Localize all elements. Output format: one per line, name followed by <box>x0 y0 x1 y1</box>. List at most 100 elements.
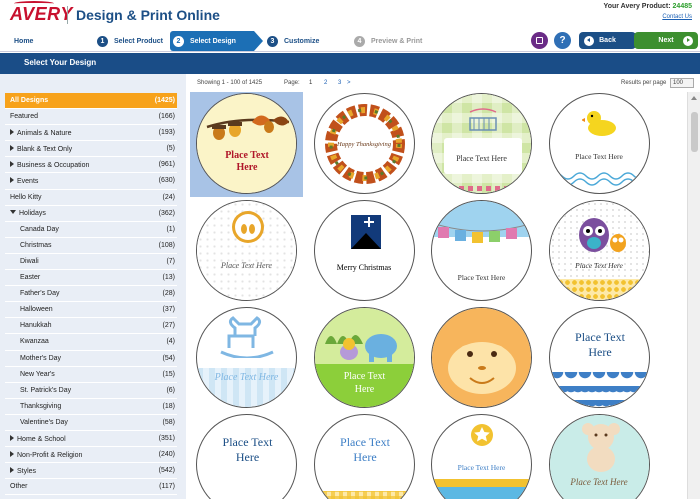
design-tile[interactable]: Place Text Here <box>543 306 656 411</box>
category-item[interactable]: Canada Day (1) <box>5 222 177 238</box>
design-tile[interactable]: Place Text Here <box>543 413 656 499</box>
step-home[interactable]: Home <box>14 32 33 50</box>
caret-right-icon[interactable] <box>10 129 14 136</box>
design-tile[interactable]: Place Text Here <box>425 92 538 197</box>
design-thumbnail[interactable]: Place Text Here <box>196 200 297 301</box>
category-item[interactable]: Styles (542) <box>5 463 177 480</box>
scroll-up-icon[interactable] <box>691 96 697 100</box>
design-thumbnail[interactable]: Place Text Here <box>313 307 415 408</box>
grid-scrollbar[interactable] <box>687 92 700 499</box>
category-item[interactable]: Holidays (362) <box>5 206 177 222</box>
category-item[interactable]: Business & Occupation (961) <box>5 157 177 174</box>
category-item[interactable]: Featured (166) <box>5 109 177 126</box>
design-thumbnail[interactable]: Place Text Here <box>196 93 297 194</box>
category-item[interactable]: Father's Day (28) <box>5 286 177 303</box>
design-tile[interactable]: Place Text Here <box>425 199 538 304</box>
category-count: (28) <box>162 290 175 298</box>
category-item[interactable]: Halloween (37) <box>5 302 177 319</box>
design-tile[interactable] <box>425 306 538 411</box>
step-label: Select Product <box>114 37 164 45</box>
category-item[interactable]: St. Patrick's Day (6) <box>5 383 177 399</box>
category-item[interactable]: Mother's Day (54) <box>5 351 177 367</box>
page-link-1[interactable]: 1 <box>309 80 312 86</box>
category-item[interactable]: Hello Kitty (24) <box>5 190 177 206</box>
design-thumbnail[interactable]: Place Text Here <box>548 93 650 194</box>
category-item[interactable]: Hanukkah (27) <box>5 318 177 335</box>
caret-right-icon[interactable] <box>10 467 14 474</box>
scroll-thumb[interactable] <box>691 112 698 152</box>
category-item[interactable]: Non-Profit & Religion (240) <box>5 447 177 464</box>
design-tile[interactable]: Place Text Here <box>190 413 303 499</box>
header-divider <box>67 6 68 24</box>
design-text: Place Text Here <box>222 435 273 464</box>
category-label: Styles <box>10 467 36 475</box>
design-tile[interactable]: Place Text Here <box>190 306 303 411</box>
category-count: (7) <box>166 257 175 265</box>
next-button[interactable]: Next <box>634 32 698 49</box>
category-item[interactable]: Christmas (108) <box>5 238 177 254</box>
caret-right-icon[interactable] <box>10 434 14 441</box>
category-item[interactable]: All Designs (1425) <box>5 93 177 110</box>
design-tile[interactable]: Happy Thanksgiving <box>308 92 421 197</box>
design-thumbnail[interactable]: Happy Thanksgiving <box>313 93 415 194</box>
design-tile[interactable]: Place Text Here <box>543 199 656 304</box>
design-thumbnail[interactable]: Place Text Here <box>431 414 532 499</box>
rocking-horse-icon <box>220 316 274 358</box>
caret-right-icon[interactable] <box>10 451 14 458</box>
design-thumbnail[interactable]: Place Text Here <box>548 414 650 499</box>
category-count: (240) <box>158 451 175 459</box>
category-item[interactable]: Thanksgiving (18) <box>5 399 177 415</box>
design-tile[interactable]: Place Text Here <box>543 92 656 197</box>
caret-right-icon[interactable] <box>10 177 14 184</box>
step-select-product[interactable]: 1 Select Product <box>97 32 163 50</box>
step-label: Customize <box>284 37 320 45</box>
design-thumbnail[interactable]: Place Text Here <box>196 414 297 499</box>
help-button[interactable]: ? <box>554 32 571 49</box>
category-item[interactable]: Other (117) <box>5 479 177 496</box>
category-count: (117) <box>159 483 175 491</box>
baby-feet-icon <box>232 211 264 243</box>
step-select-design[interactable]: 2 Select Design <box>170 31 263 51</box>
design-thumbnail[interactable] <box>431 307 532 408</box>
design-thumbnail[interactable]: Place Text Here <box>431 93 532 194</box>
category-item[interactable]: Valentine's Day (58) <box>5 415 177 431</box>
caret-right-icon[interactable] <box>10 161 14 168</box>
design-thumbnail[interactable]: Merry Christmas <box>313 200 415 301</box>
design-tile[interactable]: Place Text Here <box>425 413 538 499</box>
design-thumbnail[interactable]: Place Text Here <box>313 414 415 499</box>
category-count: (6) <box>166 386 175 394</box>
category-count: (24) <box>162 193 175 201</box>
caret-right-icon[interactable] <box>10 145 14 152</box>
category-item[interactable]: Animals & Nature (193) <box>5 125 177 142</box>
design-thumbnail[interactable]: Place Text Here <box>548 307 650 408</box>
avery-logo[interactable]: AVERY <box>10 4 73 25</box>
stop-button[interactable] <box>531 32 548 49</box>
page-link-2[interactable]: 2 <box>324 80 327 86</box>
design-thumbnail[interactable]: Place Text Here <box>431 200 532 301</box>
step-customize[interactable]: 3 Customize <box>267 32 319 50</box>
category-label: Blank & Text Only <box>10 145 72 153</box>
product-label: Your Avery Product: <box>603 3 671 10</box>
back-button[interactable]: Back <box>579 32 636 49</box>
category-item[interactable]: Events (630) <box>5 173 177 190</box>
design-thumbnail[interactable]: Place Text Here <box>548 200 650 301</box>
design-tile[interactable]: Merry Christmas <box>308 199 421 304</box>
results-per-page-select[interactable]: 100 <box>670 78 694 88</box>
design-tile[interactable]: Place Text Here <box>308 306 421 411</box>
category-item[interactable]: Easter (13) <box>5 270 177 287</box>
design-tile[interactable]: Place Text Here <box>190 92 303 197</box>
page-link-3[interactable]: 3 <box>338 80 341 86</box>
category-name: Events <box>17 178 39 186</box>
design-tile[interactable]: Place Text Here <box>308 413 421 499</box>
page-next-link[interactable]: > <box>347 80 351 86</box>
category-item[interactable]: Home & School (351) <box>5 431 177 448</box>
category-item[interactable]: New Year's (15) <box>5 367 177 383</box>
design-tile[interactable]: Place Text Here <box>190 199 303 304</box>
design-grid: Place Text Here Happy Thanksgiving Place… <box>190 92 686 499</box>
category-item[interactable]: Kwanzaa (4) <box>5 334 177 351</box>
contact-us-link[interactable]: Contact Us <box>662 14 692 20</box>
design-thumbnail[interactable]: Place Text Here <box>196 307 297 408</box>
category-item[interactable]: Diwali (7) <box>5 254 177 271</box>
category-item[interactable]: Blank & Text Only (5) <box>5 141 177 158</box>
caret-down-icon[interactable] <box>10 209 16 214</box>
